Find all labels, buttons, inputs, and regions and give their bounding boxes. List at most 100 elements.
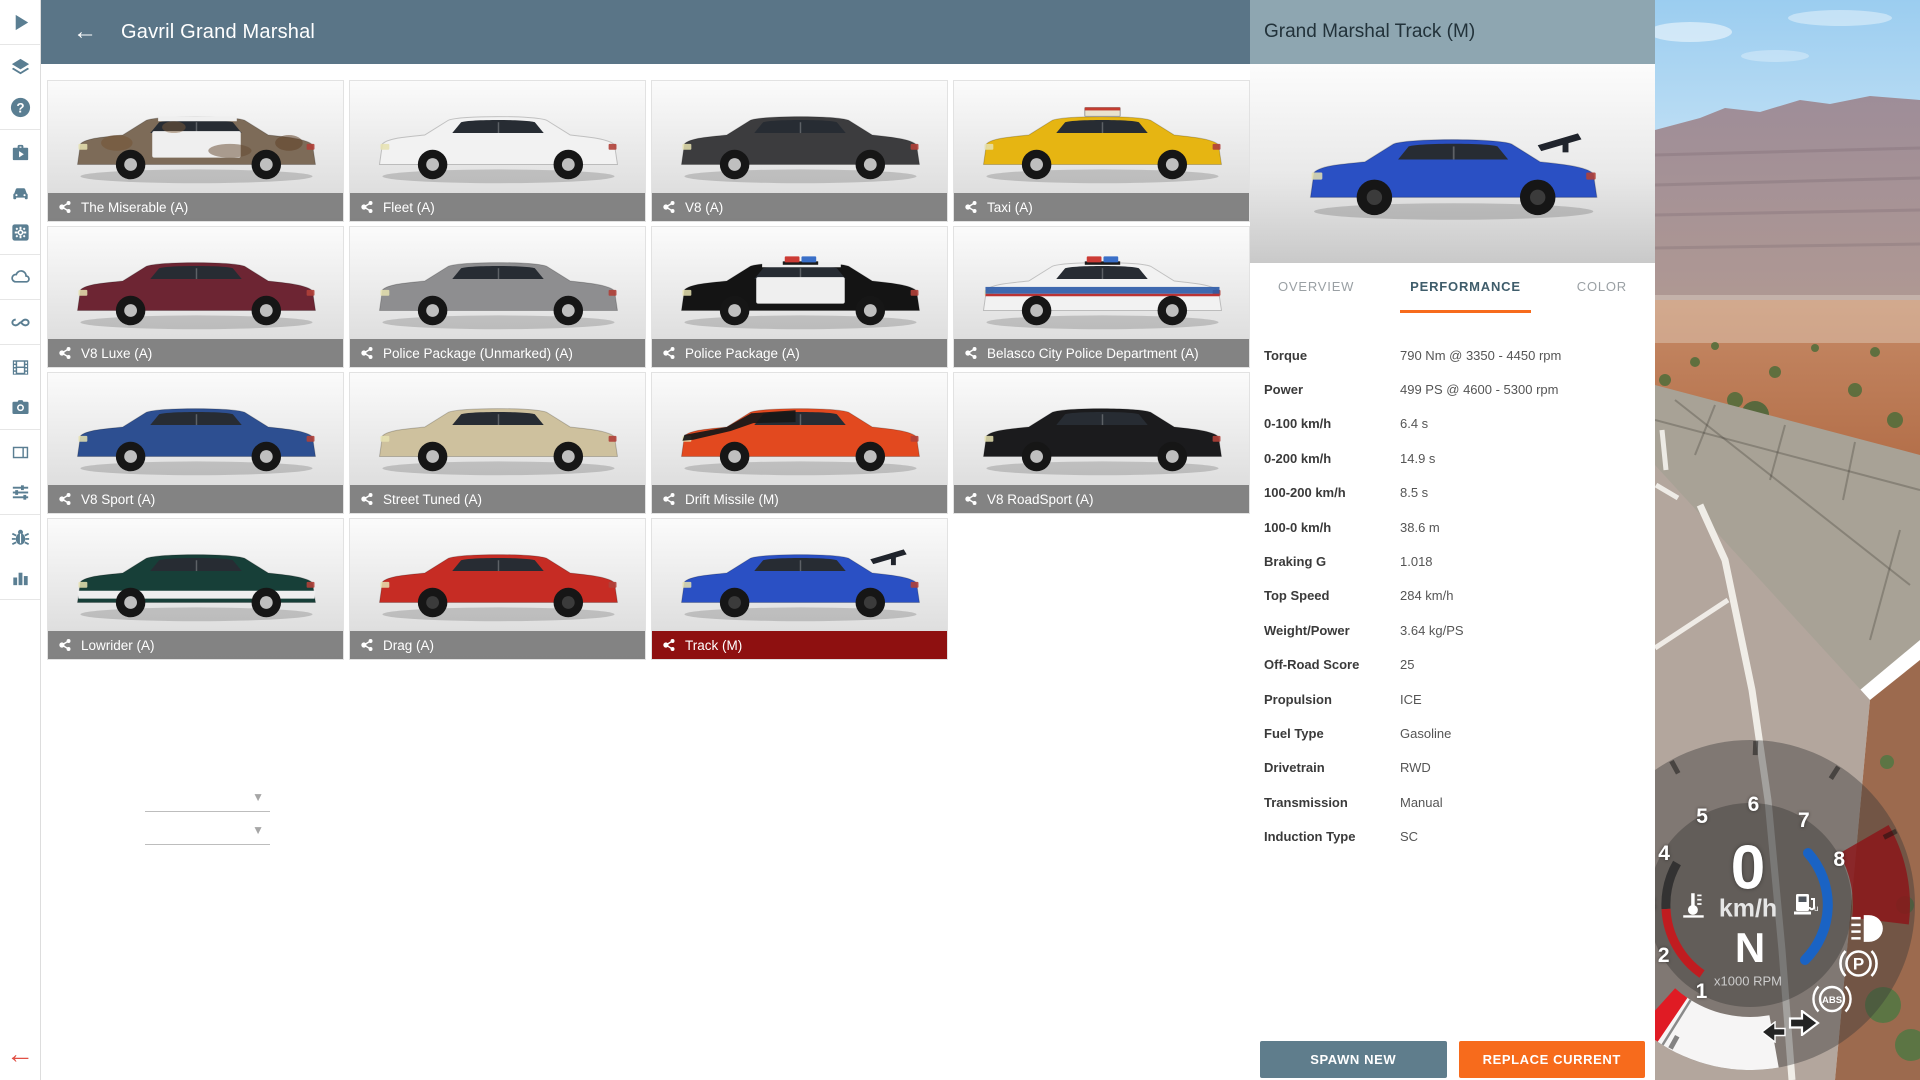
- config-label: V8 RoadSport (A): [987, 492, 1094, 507]
- sidebar-item-debug[interactable]: [0, 517, 40, 557]
- sidebar-item-vehicles[interactable]: [0, 172, 40, 212]
- config-cell[interactable]: Fleet (A): [349, 80, 646, 222]
- sidebar-item-photo-mode[interactable]: [0, 387, 40, 427]
- spec-row: Transmission Manual: [1250, 785, 1655, 819]
- config-label-bar: Drag (A): [350, 631, 645, 659]
- sidebar-item-ui-apps[interactable]: [0, 432, 40, 472]
- back-button[interactable]: ←: [73, 18, 97, 46]
- vehicle-detail-panel: Grand Marshal Track (M) OVERVIEW PERFORMA…: [1250, 0, 1655, 1080]
- sliders-icon: [9, 481, 32, 504]
- spec-row: 0-100 km/h 6.4 s: [1250, 407, 1655, 441]
- car-image: [48, 226, 343, 339]
- turn-right-icon: [1788, 1010, 1820, 1036]
- config-cell[interactable]: Taxi (A): [953, 80, 1250, 222]
- spec-row: Power 499 PS @ 4600 - 5300 rpm: [1250, 372, 1655, 406]
- detail-panel-header: Grand Marshal Track (M): [1250, 0, 1655, 64]
- layers-icon: [9, 56, 32, 79]
- config-cell[interactable]: Track (M): [651, 518, 948, 660]
- config-cell[interactable]: V8 Sport (A): [47, 372, 344, 514]
- spec-row: Induction Type SC: [1250, 819, 1655, 853]
- config-icon: [359, 637, 375, 653]
- replace-current-button[interactable]: REPLACE CURRENT: [1459, 1041, 1646, 1078]
- config-cell[interactable]: Police Package (A): [651, 226, 948, 368]
- tach-number-4: 4: [1658, 842, 1670, 866]
- tach-number-1: 1: [1696, 980, 1708, 1004]
- filter-dropdown-1[interactable]: ▼: [145, 785, 270, 812]
- config-cell[interactable]: Police Package (Unmarked) (A): [349, 226, 646, 368]
- config-label-bar: Lowrider (A): [48, 631, 343, 659]
- redline-zone: [1839, 825, 1910, 925]
- bar-chart-icon: [9, 566, 32, 589]
- spec-value: 499 PS @ 4600 - 5300 rpm: [1400, 382, 1558, 397]
- config-icon: [661, 637, 677, 653]
- tab-color[interactable]: COLOR: [1567, 263, 1637, 313]
- sidebar: ?: [0, 0, 41, 1080]
- config-cell[interactable]: Drift Missile (M): [651, 372, 948, 514]
- fuel-icon: u: [1793, 891, 1819, 917]
- car-image: [652, 518, 947, 631]
- abs-letters: ABS: [1822, 995, 1842, 1006]
- spec-label: 0-100 km/h: [1264, 416, 1331, 431]
- config-icon: [57, 637, 73, 653]
- sidebar-item-replay[interactable]: [0, 347, 40, 387]
- cloud-icon: [9, 266, 32, 289]
- config-icon: [57, 491, 73, 507]
- spec-row: Off-Road Score 25: [1250, 648, 1655, 682]
- config-cell[interactable]: Lowrider (A): [47, 518, 344, 660]
- tach-number-5: 5: [1696, 805, 1708, 829]
- gear-indicator: N: [1735, 924, 1765, 972]
- config-label: Street Tuned (A): [383, 492, 482, 507]
- config-label: Belasco City Police Department (A): [987, 346, 1199, 361]
- spec-row: Fuel Type Gasoline: [1250, 716, 1655, 750]
- spec-value: 6.4 s: [1400, 416, 1428, 431]
- chevron-down-icon: ▼: [252, 823, 264, 837]
- config-label-bar: Street Tuned (A): [350, 485, 645, 513]
- config-label-bar: V8 RoadSport (A): [954, 485, 1249, 513]
- sidebar-item-online[interactable]: [0, 257, 40, 297]
- page-title: Gavril Grand Marshal: [121, 21, 315, 44]
- gear-box-icon: [9, 221, 32, 244]
- config-cell[interactable]: Drag (A): [349, 518, 646, 660]
- spec-value: RWD: [1400, 760, 1431, 775]
- infinity-icon: [9, 311, 32, 334]
- parking-brake-icon: P: [1839, 944, 1878, 983]
- spec-label: 100-0 km/h: [1264, 520, 1331, 535]
- sidebar-item-play[interactable]: [0, 2, 40, 42]
- spec-value: 25: [1400, 657, 1414, 672]
- sidebar-item-scenarios[interactable]: [0, 132, 40, 172]
- spec-value: 1.018: [1400, 554, 1433, 569]
- sidebar-item-flowgraph[interactable]: [0, 302, 40, 342]
- spawn-new-button[interactable]: SPAWN NEW: [1260, 1041, 1447, 1078]
- config-cell[interactable]: Street Tuned (A): [349, 372, 646, 514]
- spec-row: Drivetrain RWD: [1250, 751, 1655, 785]
- config-cell[interactable]: V8 RoadSport (A): [953, 372, 1250, 514]
- sidebar-item-performance[interactable]: [0, 557, 40, 597]
- spec-label: Braking G: [1264, 554, 1326, 569]
- car-image: [652, 80, 947, 193]
- sidebar-item-tuning[interactable]: [0, 472, 40, 512]
- help-icon: ?: [9, 96, 32, 119]
- sidebar-item-help[interactable]: ?: [0, 87, 40, 127]
- car-image: [48, 518, 343, 631]
- config-label: The Miserable (A): [81, 200, 188, 215]
- config-label-bar: Fleet (A): [350, 193, 645, 221]
- parking-brake-letter: P: [1853, 955, 1864, 974]
- sidebar-item-layers[interactable]: [0, 47, 40, 87]
- config-icon: [359, 491, 375, 507]
- tab-overview[interactable]: OVERVIEW: [1268, 263, 1364, 313]
- config-cell[interactable]: V8 Luxe (A): [47, 226, 344, 368]
- filter-dropdown-2[interactable]: ▼: [145, 818, 270, 845]
- config-cell[interactable]: The Miserable (A): [47, 80, 344, 222]
- spec-value: Manual: [1400, 795, 1443, 810]
- config-cell[interactable]: Belasco City Police Department (A): [953, 226, 1250, 368]
- spec-row: Propulsion ICE: [1250, 682, 1655, 716]
- config-cell[interactable]: V8 (A): [651, 80, 948, 222]
- sidebar-item-vehicle-config[interactable]: [0, 212, 40, 252]
- tab-performance[interactable]: PERFORMANCE: [1400, 263, 1531, 313]
- car-image: [350, 372, 645, 485]
- performance-spec-table: Torque 790 Nm @ 3350 - 4450 rpm Power 49…: [1250, 338, 1655, 854]
- temp-arc: [1666, 909, 1702, 974]
- spec-row: Torque 790 Nm @ 3350 - 4450 rpm: [1250, 338, 1655, 372]
- sidebar-back-arrow[interactable]: ←: [6, 1040, 34, 1068]
- config-label-bar: V8 (A): [652, 193, 947, 221]
